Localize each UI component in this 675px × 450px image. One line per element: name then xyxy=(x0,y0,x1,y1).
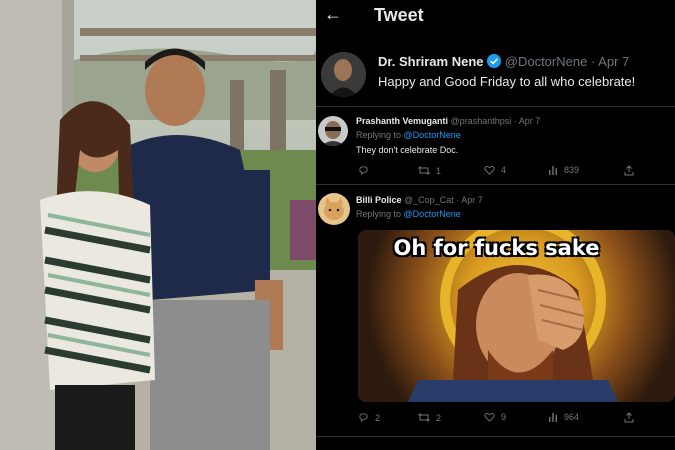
author-name[interactable]: Dr. Shriram Nene xyxy=(378,54,484,69)
reply-author-name[interactable]: Prashanth Vemuganti xyxy=(356,116,448,126)
main-tweet-header: Dr. Shriram Nene @DoctorNene · Apr 7 xyxy=(378,54,629,71)
divider xyxy=(316,184,675,185)
like-action-button[interactable]: 4 xyxy=(484,165,506,175)
tweet-screenshot: ← Tweet Dr. Shriram Nene @DoctorNene · A… xyxy=(316,0,675,450)
views-count: 839 xyxy=(564,165,580,175)
retweet-icon xyxy=(418,166,430,175)
photo-illustration xyxy=(0,0,316,450)
retweet-count: 2 xyxy=(436,412,442,423)
share-action-button[interactable] xyxy=(624,165,634,176)
reply-avatar[interactable] xyxy=(318,193,350,225)
heart-icon xyxy=(484,165,495,175)
retweet-icon xyxy=(418,413,430,422)
reply-date[interactable]: · Apr 7 xyxy=(514,116,541,126)
top-bar: ← Tweet xyxy=(316,0,675,30)
share-icon xyxy=(624,165,634,176)
reply-icon xyxy=(359,413,368,423)
avatar-sunglasses-icon xyxy=(318,116,348,146)
replying-to-line: Replying to @DoctorNene xyxy=(356,209,461,219)
meme-image[interactable]: Oh for fucks sake xyxy=(358,230,675,402)
replying-to-label: Replying to xyxy=(356,130,402,140)
tweet-date[interactable]: · Apr 7 xyxy=(591,54,629,69)
divider xyxy=(316,436,675,437)
verified-badge-icon xyxy=(487,54,502,71)
reply-action-button[interactable]: 2 xyxy=(358,412,380,423)
replying-to-link[interactable]: @DoctorNene xyxy=(404,130,461,140)
replying-to-link[interactable]: @DoctorNene xyxy=(404,209,461,219)
retweet-count: 1 xyxy=(436,165,442,176)
views-action-button[interactable]: 839 xyxy=(548,165,579,175)
back-arrow-icon[interactable]: ← xyxy=(324,4,342,25)
retweet-action-button[interactable]: 2 xyxy=(418,412,441,423)
replying-to-label: Replying to xyxy=(356,209,402,219)
retweet-action-button[interactable]: 1 xyxy=(418,165,441,176)
reply-count: 2 xyxy=(375,412,381,423)
views-icon xyxy=(549,413,557,422)
couple-photo xyxy=(0,0,316,450)
views-action-button[interactable]: 964 xyxy=(548,412,579,422)
views-count: 964 xyxy=(564,412,580,422)
reply-author-handle[interactable]: @prashanthpsi xyxy=(451,116,512,126)
main-tweet-text: Happy and Good Friday to all who celebra… xyxy=(378,74,636,89)
avatar-cat-icon xyxy=(318,193,350,225)
views-icon xyxy=(549,166,557,175)
divider xyxy=(316,106,675,107)
reply-action-button[interactable] xyxy=(358,165,375,176)
like-count: 4 xyxy=(501,165,507,175)
like-action-button[interactable]: 9 xyxy=(484,412,506,422)
reply-author-name[interactable]: Billi Police xyxy=(356,195,402,205)
share-action-button[interactable] xyxy=(624,412,634,423)
reply-header: Prashanth Vemuganti @prashanthpsi · Apr … xyxy=(356,116,540,126)
share-icon xyxy=(624,412,634,423)
reply-author-handle[interactable]: @_Cop_Cat xyxy=(404,195,454,205)
like-count: 9 xyxy=(501,412,507,422)
page-title: Tweet xyxy=(374,5,424,25)
heart-icon xyxy=(484,412,495,422)
reply-text: They don't celebrate Doc. xyxy=(356,145,459,155)
reply-header: Billi Police @_Cop_Cat · Apr 7 xyxy=(356,195,483,205)
reply-icon xyxy=(359,166,368,176)
main-tweet-avatar[interactable] xyxy=(321,52,366,97)
meme-caption: Oh for fucks sake xyxy=(393,236,600,260)
avatar-portrait-icon xyxy=(321,52,366,97)
reply-avatar[interactable] xyxy=(318,116,348,146)
author-handle[interactable]: @DoctorNene xyxy=(505,54,588,69)
reply-date[interactable]: · Apr 7 xyxy=(456,195,483,205)
replying-to-line: Replying to @DoctorNene xyxy=(356,130,461,140)
